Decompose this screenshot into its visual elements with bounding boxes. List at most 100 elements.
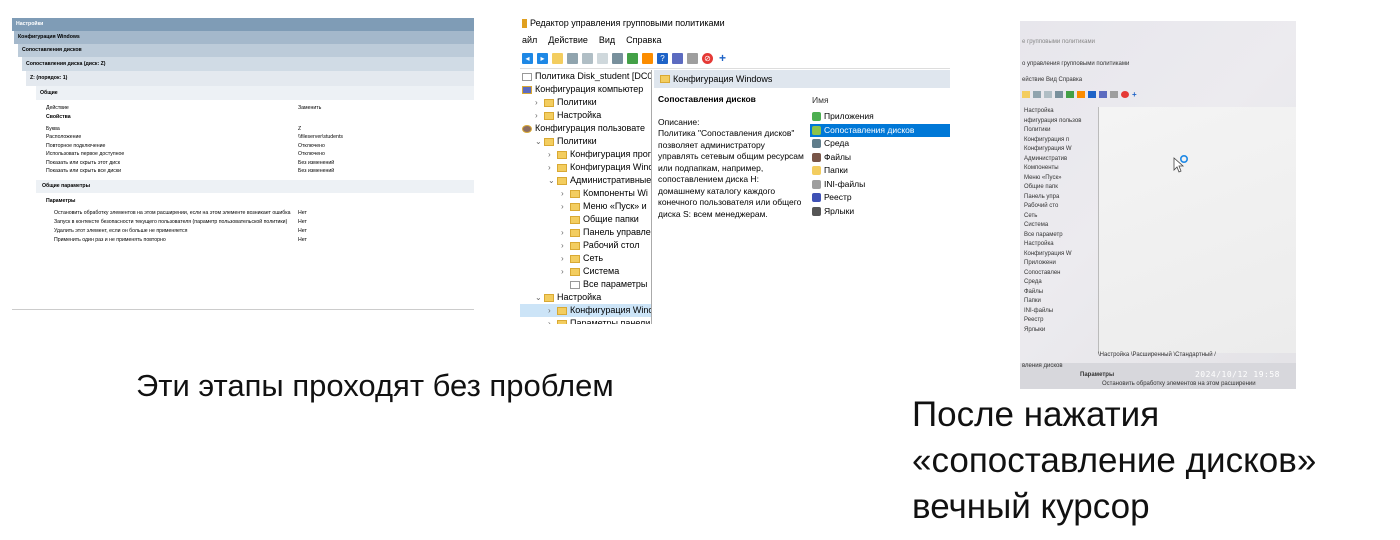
list-item[interactable]: Реестр xyxy=(810,191,950,205)
list-item[interactable]: Файлы xyxy=(810,151,950,165)
item-icon xyxy=(812,193,821,203)
tree-item[interactable]: Все параметры xyxy=(520,278,651,291)
list-item[interactable]: Сопоставления дисков xyxy=(810,123,950,137)
photo-tree-item: Папки xyxy=(1024,298,1041,304)
report-property-key: Показать или скрыть все диски xyxy=(46,168,122,174)
photo-tree-item: Среда xyxy=(1024,279,1042,285)
tree-item[interactable]: Политика Disk_student [DC05.C xyxy=(520,70,651,83)
photo-tree-item: Рабочий сто xyxy=(1024,203,1059,209)
menu-item[interactable]: Справка xyxy=(626,32,661,49)
chevron-right-icon[interactable]: › xyxy=(561,265,570,278)
forward-icon[interactable]: ▸ xyxy=(537,53,548,64)
chevron-right-icon[interactable]: › xyxy=(535,109,544,122)
chevron-right-icon[interactable]: › xyxy=(561,200,570,213)
report-param-key: Применить один раз и не применять повтор… xyxy=(54,236,166,243)
photo-title-fragment: е групповыми политиками xyxy=(1022,39,1095,45)
folder-icon xyxy=(570,267,580,276)
tree-item[interactable]: › Система xyxy=(520,265,651,278)
tree-item[interactable]: Конфигурация пользовате xyxy=(520,122,651,135)
report-common-title: Общие параметры xyxy=(36,179,474,193)
photo-tree-item: Файлы xyxy=(1024,288,1044,295)
busy-cursor-icon xyxy=(1173,155,1188,173)
tree-item-label: Политика Disk_student [DC05.C xyxy=(535,71,652,81)
properties-icon[interactable] xyxy=(687,53,698,64)
print-icon[interactable] xyxy=(612,53,623,64)
tree-item[interactable]: ⌄ Политики xyxy=(520,135,651,148)
tree-item[interactable]: › Меню «Пуск» и xyxy=(520,200,651,213)
back-icon[interactable]: ◂ xyxy=(522,53,533,64)
refresh-icon[interactable] xyxy=(627,53,638,64)
tree-item-label: Конфигурация Winc xyxy=(570,162,652,172)
tree-item[interactable]: › Настройка xyxy=(520,109,651,122)
tree-item[interactable]: › Сеть xyxy=(520,252,651,265)
tree-item[interactable]: › Рабочий стол xyxy=(520,239,651,252)
report-property-row: Показать или скрыть этот диск Без изменен… xyxy=(36,159,474,168)
report-property-value: Отключено xyxy=(298,142,325,149)
chevron-down-icon[interactable]: ⌄ xyxy=(535,135,544,148)
report-property-value: \\fileserver\students xyxy=(298,134,343,140)
tree-item[interactable]: › Компоненты Wi xyxy=(520,187,651,200)
list-item[interactable]: Папки xyxy=(810,164,950,178)
tree-item[interactable]: Конфигурация компьютер xyxy=(520,83,651,96)
tree-item[interactable]: › Конфигурация Winc xyxy=(520,304,651,317)
report-header-settings: Настройки xyxy=(12,18,474,31)
report-param-key: Удалить этот элемент, если он больше не … xyxy=(54,227,188,234)
chevron-right-icon[interactable]: › xyxy=(548,161,557,174)
chevron-right-icon[interactable]: › xyxy=(561,187,570,200)
items-list: Имя Приложения Сопоставления дисков Среда Ф… xyxy=(810,92,950,218)
description-panel: Сопоставления дисков Описание: Политика … xyxy=(658,94,806,220)
photo-tree-item: Компоненты xyxy=(1024,165,1059,171)
caption-right-3: вечный курсор xyxy=(912,487,1150,526)
report-param-value: Нет xyxy=(298,218,307,225)
chevron-right-icon[interactable]: › xyxy=(548,317,557,324)
tree-item[interactable]: › Панель управле xyxy=(520,226,651,239)
tree-item[interactable]: › Конфигурация прог xyxy=(520,148,651,161)
item-icon xyxy=(812,179,821,189)
list-item[interactable]: Ярлыки xyxy=(810,205,950,219)
menu-item[interactable]: Вид xyxy=(599,32,615,49)
tree-item[interactable]: ⌄ Административные xyxy=(520,174,651,187)
tree-item[interactable]: ⌄ Настройка xyxy=(520,291,651,304)
details-pane: Конфигурация Windows Сопоставления диско… xyxy=(654,70,950,324)
report-header-windows-config: Конфигурация Windows xyxy=(14,31,474,44)
report-properties-list: Буква Z Расположение \\fileserver\students П… xyxy=(12,125,474,176)
gpo-app-icon xyxy=(522,19,527,29)
tree-item-label: Конфигурация прог xyxy=(570,149,652,159)
tree-item[interactable]: › Политики xyxy=(520,96,651,109)
column-header-name[interactable]: Имя xyxy=(810,92,950,110)
tree-item-label: Параметры панели xyxy=(570,318,651,324)
list-item-label: Приложения xyxy=(824,111,874,121)
chevron-down-icon[interactable]: ⌄ xyxy=(548,174,557,187)
menu-item[interactable]: айл xyxy=(522,32,537,49)
list-item[interactable]: Приложения xyxy=(810,110,950,124)
chevron-right-icon[interactable]: › xyxy=(561,239,570,252)
photo-tree-item: INI-файлы xyxy=(1024,307,1054,314)
computer-icon xyxy=(522,85,532,94)
help-icon[interactable]: ? xyxy=(657,53,668,64)
folder-icon xyxy=(544,293,554,302)
menu-item[interactable]: Действие xyxy=(548,32,588,49)
chevron-right-icon[interactable]: › xyxy=(535,96,544,109)
up-folder-icon[interactable] xyxy=(552,53,563,64)
copy-icon[interactable] xyxy=(582,53,593,64)
tree-item[interactable]: Общие папки xyxy=(520,213,651,226)
caption-right-2: «сопоставление дисков» xyxy=(912,441,1317,480)
list-item[interactable]: INI-файлы xyxy=(810,178,950,192)
export-icon[interactable] xyxy=(642,53,653,64)
chevron-down-icon[interactable]: ⌄ xyxy=(535,291,544,304)
tree-item-label: Сеть xyxy=(583,253,604,263)
stop-icon[interactable]: ⊘ xyxy=(702,53,713,64)
paste-icon[interactable] xyxy=(597,53,608,64)
tree-item[interactable]: › Конфигурация Winc xyxy=(520,161,651,174)
chevron-right-icon[interactable]: › xyxy=(561,252,570,265)
photo-tree-item: нфигурация пользов xyxy=(1024,117,1082,124)
chevron-right-icon[interactable]: › xyxy=(548,148,557,161)
list-item[interactable]: Среда xyxy=(810,137,950,151)
tree-item[interactable]: › Параметры панели xyxy=(520,317,651,324)
chevron-right-icon[interactable]: › xyxy=(548,304,557,317)
show-hide-tree-icon[interactable] xyxy=(567,53,578,64)
chevron-right-icon[interactable]: › xyxy=(561,226,570,239)
view-icon[interactable] xyxy=(672,53,683,64)
report-param-row: Удалить этот элемент, если он больше не … xyxy=(36,227,474,236)
new-item-icon[interactable]: + xyxy=(717,52,728,64)
